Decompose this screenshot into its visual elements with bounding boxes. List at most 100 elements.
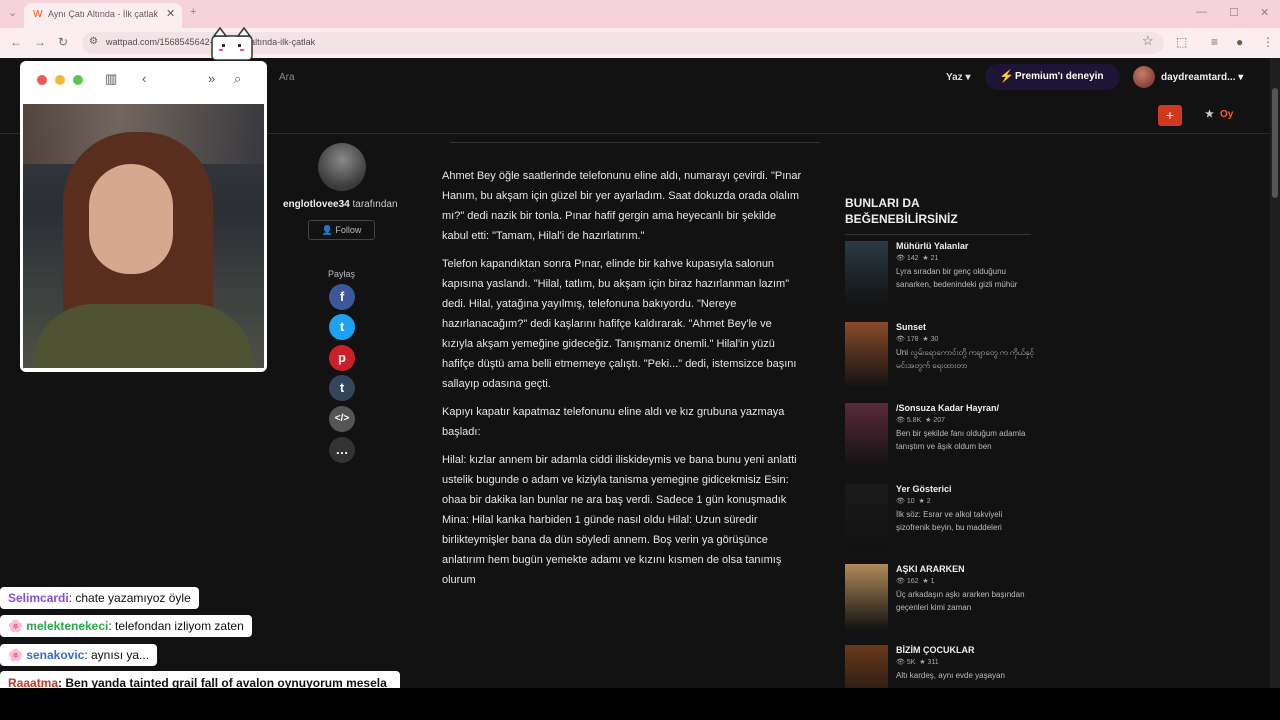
book-stats: 👁 142 ★ 21	[896, 254, 938, 262]
badge-icon: 🌸	[8, 648, 23, 662]
forward-icon[interactable]: →	[34, 35, 46, 49]
recommendation-item[interactable]: BİZİM ÇOCUKLAR 👁 5K ★ 311 Altı kardeş, ayn…	[845, 645, 1035, 688]
minimize-icon[interactable]: —	[1196, 6, 1207, 18]
webcam-video	[23, 104, 264, 368]
book-title[interactable]: Yer Gösterici	[896, 484, 952, 494]
facebook-share-icon[interactable]: f	[329, 284, 355, 310]
star-icon: ★	[919, 659, 926, 666]
reload-icon[interactable]: ↻	[58, 35, 68, 49]
recommendation-item[interactable]: Yer Gösterici 👁 10 ★ 2 İlk söz: Esrar ve a…	[845, 484, 1035, 554]
votes-count: 207	[933, 417, 946, 424]
site-info-icon[interactable]: ⚙	[89, 36, 98, 47]
vote-button[interactable]: ★ Oy	[1205, 109, 1233, 120]
eye-icon: 👁	[896, 417, 905, 424]
menu-icon[interactable]: ⋮	[1262, 35, 1274, 49]
book-cover[interactable]	[845, 484, 888, 550]
extensions-icon[interactable]: ⬚	[1176, 35, 1187, 49]
chevron-left-icon[interactable]: ‹	[142, 71, 146, 86]
recommendation-item[interactable]: Sunset 👁 178 ★ 30 Uni လွမ်းရောကောင်းတို့ က…	[845, 322, 1035, 392]
bottom-bar	[0, 688, 1280, 720]
book-description: Lyra sıradan bir genç olduğunu sanarken,…	[896, 267, 1018, 289]
book-description: Üç arkadaşın aşkı ararken başından geçen…	[896, 590, 1025, 612]
votes-count: 2	[926, 498, 931, 505]
tab-bar: ⌄ W Aynı Çatı Altında - İlk çatlak ✕ + —…	[0, 0, 1280, 28]
book-title[interactable]: BİZİM ÇOCUKLAR	[896, 645, 975, 655]
username: daydreamtard...	[1161, 72, 1236, 83]
reads-count: 142	[906, 255, 919, 262]
story-paragraph: Telefon kapandıktan sonra Pınar, elinde …	[442, 258, 797, 390]
recommendation-item[interactable]: AŞKI ARARKEN 👁 162 ★ 1 Üç arkadaşın aşkı a…	[845, 564, 1035, 634]
twitter-share-icon[interactable]: t	[329, 314, 355, 340]
book-title[interactable]: Sunset	[896, 322, 926, 332]
double-chevron-icon[interactable]: »	[208, 71, 215, 86]
recommendation-item[interactable]: /Sonsuza Kadar Hayran/ 👁 5.8K ★ 207 Ben bi…	[845, 403, 1035, 473]
book-cover[interactable]	[845, 645, 888, 688]
star-icon: ★	[1205, 109, 1214, 120]
tumblr-share-icon[interactable]: t	[329, 375, 355, 401]
author-name[interactable]: englotlovee34	[283, 199, 350, 210]
recommendations-title: BUNLARI DA BEĞENEBİLİRSİNİZ	[845, 195, 1031, 235]
book-stats: 👁 162 ★ 1	[896, 577, 935, 585]
premium-label: Premium'ı deneyin	[1015, 71, 1104, 82]
story-paragraph: Hilal: kızlar annem bir adamla ciddi ili…	[442, 454, 797, 586]
new-tab-icon[interactable]: +	[190, 6, 196, 18]
book-cover[interactable]	[845, 322, 888, 388]
zoom-dot-icon[interactable]	[73, 75, 83, 85]
premium-button[interactable]: ⚡ Premium'ı deneyin	[985, 64, 1120, 90]
chat-message: 🌸 senakovic: aynısı ya...	[0, 644, 158, 666]
author-avatar[interactable]	[318, 143, 366, 191]
reads-count: 5.8K	[906, 417, 922, 424]
search-icon[interactable]: ⌕	[234, 71, 241, 87]
webcam-overlay: ▥ ‹ » ⌕	[20, 61, 267, 372]
eye-icon: 👁	[896, 659, 905, 666]
vote-label: Oy	[1219, 109, 1234, 120]
embed-icon[interactable]: </>	[329, 406, 355, 432]
book-cover[interactable]	[845, 403, 888, 469]
eye-icon: 👁	[896, 498, 905, 505]
book-title[interactable]: Mühürlü Yalanlar	[896, 241, 968, 251]
book-cover[interactable]	[845, 564, 888, 630]
book-title[interactable]: /Sonsuza Kadar Hayran/	[896, 403, 999, 413]
page-scrollbar[interactable]	[1270, 58, 1280, 688]
reads-count: 178	[906, 336, 919, 343]
queue-icon[interactable]: ≡	[1211, 35, 1218, 49]
avatar[interactable]	[1133, 66, 1155, 88]
chat-text: : aynısı ya...	[84, 648, 150, 662]
book-title[interactable]: AŞKI ARARKEN	[896, 564, 965, 574]
author-byline: englotlovee34 tarafından	[283, 199, 398, 210]
streamer-shirt	[33, 304, 253, 368]
book-stats: 👁 10 ★ 2	[896, 497, 931, 505]
tab-menu-icon[interactable]: ⌄	[8, 6, 17, 19]
close-window-icon[interactable]: ✕	[1260, 6, 1269, 19]
follow-button[interactable]: 👤 Follow	[308, 220, 375, 240]
pinterest-share-icon[interactable]: p	[329, 345, 355, 371]
tab-close-icon[interactable]: ✕	[166, 7, 175, 20]
chat-username: melektenekeci	[26, 619, 109, 633]
star-icon: ★	[922, 578, 929, 585]
recommendation-item[interactable]: Mühürlü Yalanlar 👁 142 ★ 21 Lyra sıradan b…	[845, 241, 1035, 311]
bookmark-star-icon[interactable]: ☆	[1142, 33, 1154, 49]
user-menu[interactable]: daydreamtard... ▾	[1161, 72, 1243, 83]
star-icon: ★	[918, 498, 925, 505]
search-input[interactable]: Ara	[279, 72, 295, 83]
scrollbar-thumb[interactable]	[1272, 88, 1278, 198]
maximize-icon[interactable]: ☐	[1229, 6, 1239, 19]
write-menu[interactable]: Yaz ▾	[946, 72, 971, 83]
eye-icon: 👁	[896, 578, 905, 585]
profile-icon[interactable]: ●	[1236, 35, 1243, 49]
star-icon: ★	[922, 255, 929, 262]
back-icon[interactable]: ←	[10, 35, 22, 49]
story-text: Ahmet Bey öğle saatlerinde telefonunu el…	[442, 166, 804, 598]
book-cover[interactable]	[845, 241, 888, 307]
book-description: İlk söz: Esrar ve alkol takviyeli şizofr…	[896, 510, 1003, 532]
book-stats: 👁 5.8K ★ 207	[896, 416, 945, 424]
minimize-dot-icon[interactable]	[55, 75, 65, 85]
sidebar-icon[interactable]: ▥	[105, 71, 117, 87]
pixel-cat-icon	[211, 26, 253, 61]
eye-icon: 👁	[896, 336, 905, 343]
active-tab[interactable]: W Aynı Çatı Altında - İlk çatlak ✕	[24, 3, 182, 28]
close-dot-icon[interactable]	[37, 75, 47, 85]
reads-count: 5K	[906, 659, 916, 666]
more-share-icon[interactable]: …	[329, 437, 355, 463]
add-to-list-button[interactable]: +	[1158, 105, 1182, 126]
